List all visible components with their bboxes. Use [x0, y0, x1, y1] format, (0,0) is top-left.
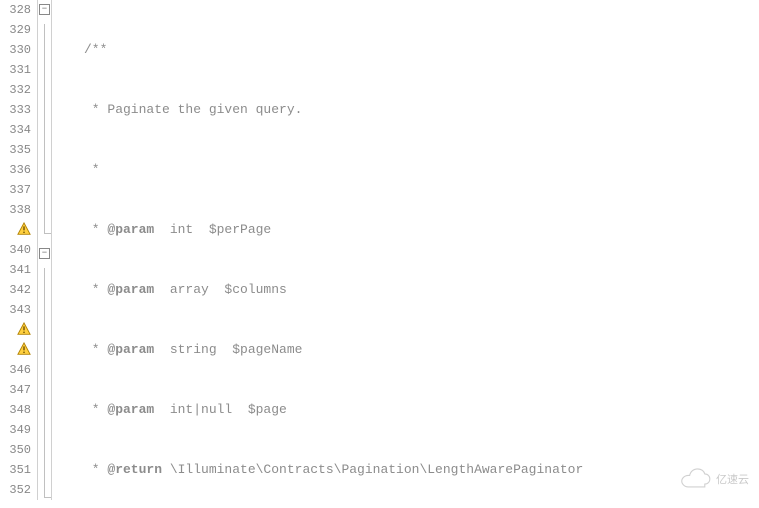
line-number: 330 — [0, 40, 31, 60]
fold-end[interactable] — [38, 488, 51, 508]
line-number: 351 — [0, 460, 31, 480]
code-line: * @param int|null $page — [84, 400, 759, 420]
line-number: 350 — [0, 440, 31, 460]
fold-end[interactable] — [38, 224, 51, 244]
fold-guide[interactable] — [38, 144, 51, 164]
warning-icon — [0, 340, 31, 360]
line-number: 332 — [0, 80, 31, 100]
line-number: 347 — [0, 380, 31, 400]
line-number: 333 — [0, 100, 31, 120]
fold-guide[interactable] — [38, 24, 51, 44]
line-number: 329 — [0, 20, 31, 40]
fold-guide[interactable] — [38, 104, 51, 124]
line-number: 337 — [0, 180, 31, 200]
fold-guide[interactable] — [38, 328, 51, 348]
fold-guide[interactable] — [38, 348, 51, 368]
line-number: 328 — [0, 0, 31, 20]
line-number: 336 — [0, 160, 31, 180]
code-line: * @param int $perPage — [84, 220, 759, 240]
code-editor: 3283293303313323333343353363373383403413… — [0, 0, 759, 500]
fold-guide[interactable] — [38, 204, 51, 224]
line-number: 343 — [0, 300, 31, 320]
fold-guide[interactable] — [38, 84, 51, 104]
line-number: 349 — [0, 420, 31, 440]
line-number: 352 — [0, 480, 31, 500]
fold-guide[interactable] — [38, 408, 51, 428]
code-area[interactable]: /** * Paginate the given query. * * @par… — [82, 0, 759, 500]
fold-guide[interactable] — [38, 368, 51, 388]
line-number: 331 — [0, 60, 31, 80]
line-number: 346 — [0, 360, 31, 380]
fold-guide[interactable] — [38, 468, 51, 488]
code-line: * — [84, 160, 759, 180]
line-number: 341 — [0, 260, 31, 280]
fold-guide[interactable] — [38, 308, 51, 328]
line-number: 334 — [0, 120, 31, 140]
line-number: 340 — [0, 240, 31, 260]
line-number: 335 — [0, 140, 31, 160]
warning-icon — [0, 320, 31, 340]
code-line: * @return \Illuminate\Contracts\Paginati… — [84, 460, 759, 480]
code-line: /** — [84, 40, 759, 60]
fold-guide[interactable] — [38, 164, 51, 184]
editor-margin — [52, 0, 82, 500]
warning-icon — [0, 220, 31, 240]
fold-guide[interactable] — [38, 388, 51, 408]
line-number-gutter: 3283293303313323333343353363373383403413… — [0, 0, 38, 500]
line-number: 338 — [0, 200, 31, 220]
fold-guide[interactable] — [38, 448, 51, 468]
fold-column[interactable]: −− — [38, 0, 52, 500]
fold-guide[interactable] — [38, 288, 51, 308]
code-line: * @param array $columns — [84, 280, 759, 300]
fold-guide[interactable] — [38, 184, 51, 204]
code-line: * Paginate the given query. — [84, 100, 759, 120]
code-line: * @param string $pageName — [84, 340, 759, 360]
line-number: 348 — [0, 400, 31, 420]
fold-guide[interactable] — [38, 268, 51, 288]
fold-guide[interactable] — [38, 64, 51, 84]
fold-toggle[interactable]: − — [38, 4, 51, 24]
fold-guide[interactable] — [38, 124, 51, 144]
fold-guide[interactable] — [38, 428, 51, 448]
line-number: 342 — [0, 280, 31, 300]
fold-toggle[interactable]: − — [38, 248, 51, 268]
fold-guide[interactable] — [38, 44, 51, 64]
